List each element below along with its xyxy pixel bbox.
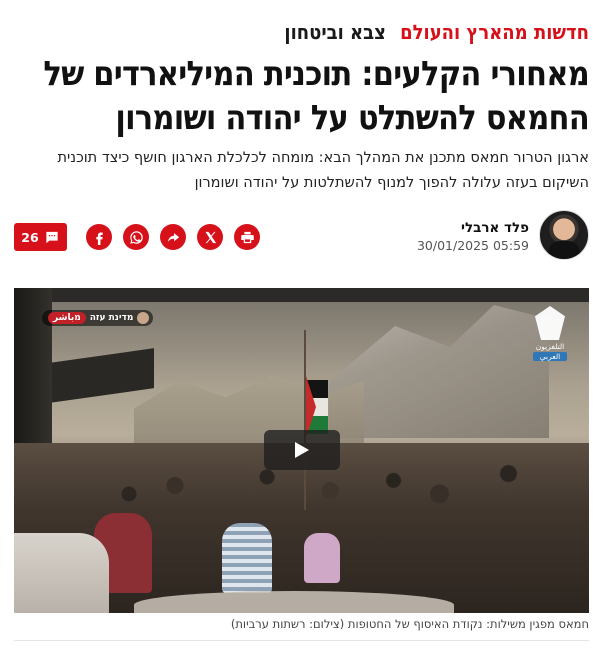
channel-name-line1: التلفزيون bbox=[535, 342, 565, 351]
comments-button[interactable]: 26 bbox=[14, 223, 67, 251]
author-name[interactable]: פלד ארבלי bbox=[461, 220, 529, 236]
channel-name-line2: العربي bbox=[533, 352, 567, 361]
author-row: פלד ארבלי 30/01/2025 05:59 26 bbox=[14, 208, 589, 264]
article-headline: מאחורי הקלעים: תוכנית המיליארדים של החמא… bbox=[43, 54, 589, 138]
live-label: מباشر bbox=[48, 312, 86, 324]
channel-logo-mark bbox=[535, 306, 565, 340]
comment-bubble-icon bbox=[46, 231, 58, 243]
video-player[interactable]: מדינת עזה מباشر التلفزيون العربي bbox=[14, 288, 589, 613]
share-arrow-icon bbox=[167, 232, 179, 242]
article-subheadline: ארגון הטרור חמאס מתכנן את המהלך הבא: מומ… bbox=[57, 150, 589, 191]
share-bar bbox=[86, 224, 260, 250]
x-share-button[interactable] bbox=[197, 224, 223, 250]
breadcrumb-section[interactable]: חדשות מהארץ והעולם bbox=[400, 20, 589, 44]
location-pin-icon bbox=[137, 312, 150, 324]
media-caption: חמאס מפגין משילות: נקודת האיסוף של החטופ… bbox=[230, 617, 589, 631]
divider bbox=[14, 640, 589, 641]
whatsapp-share-button[interactable] bbox=[123, 224, 149, 250]
channel-logo: التلفزيون العربي bbox=[533, 306, 567, 361]
comments-count: 26 bbox=[21, 229, 39, 245]
whatsapp-icon bbox=[129, 230, 143, 244]
print-button[interactable] bbox=[234, 224, 260, 250]
facebook-icon bbox=[95, 232, 103, 245]
facebook-share-button[interactable] bbox=[86, 224, 112, 250]
breadcrumb-subsection[interactable]: צבא וביטחון bbox=[284, 20, 385, 44]
play-icon bbox=[295, 442, 309, 458]
x-icon bbox=[205, 231, 216, 243]
share-button[interactable] bbox=[160, 224, 186, 250]
live-location: מדינת עזה bbox=[89, 313, 134, 323]
publish-date: 30/01/2025 05:59 bbox=[416, 238, 529, 253]
breadcrumb: חדשות מהארץ והעולם צבא וביטחון bbox=[16, 20, 589, 44]
live-badge: מדינת עזה מباشر bbox=[42, 310, 154, 326]
author-avatar[interactable] bbox=[539, 210, 589, 260]
print-icon bbox=[240, 231, 254, 243]
play-button[interactable] bbox=[264, 430, 340, 470]
